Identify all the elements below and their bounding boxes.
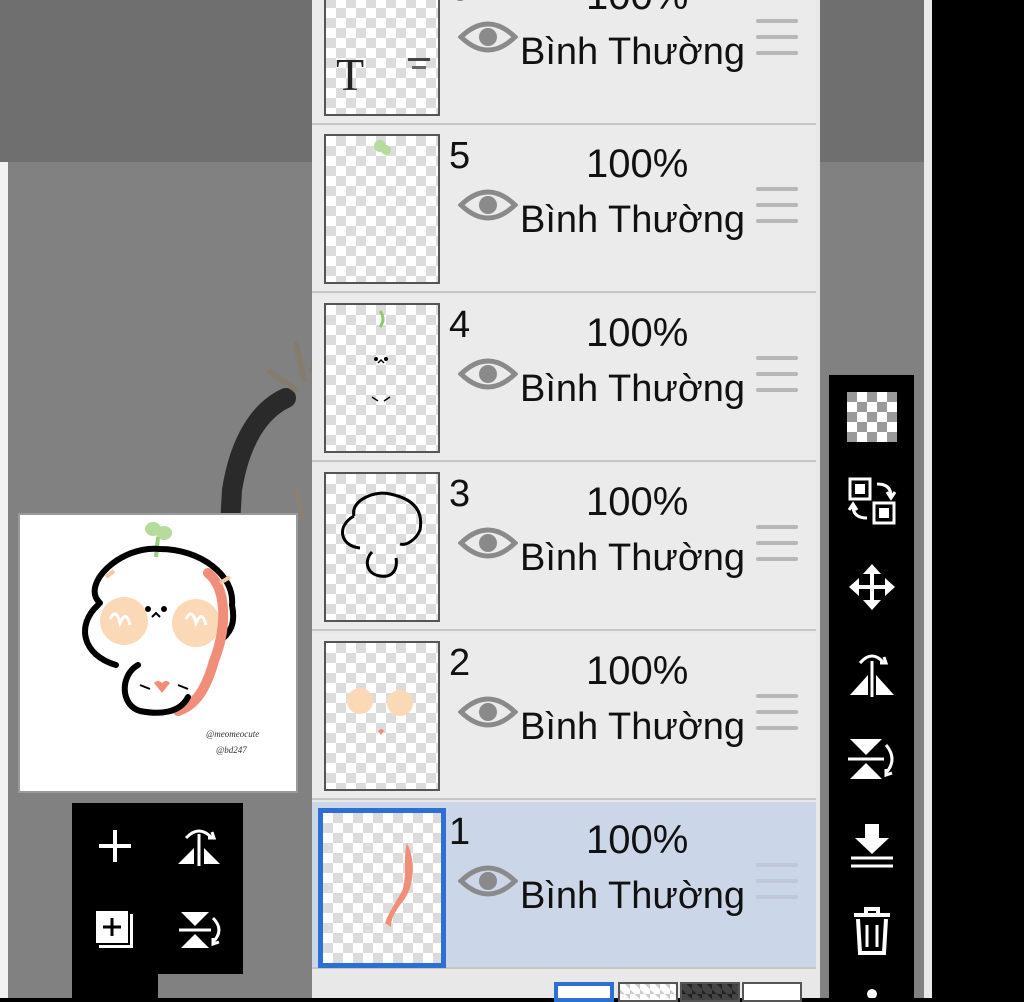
preview-credit-line2: @bd247 — [216, 745, 247, 755]
layer-number: 6 — [449, 0, 470, 10]
drag-handle-icon[interactable] — [756, 356, 798, 392]
layer-thumbnail — [324, 641, 440, 791]
drag-handle-icon[interactable] — [756, 863, 798, 899]
layer-tool-panel — [829, 375, 914, 998]
preview-tools-tail — [72, 974, 158, 998]
layer-thumbnail — [324, 472, 440, 622]
layer-blend-mode[interactable]: Bình Thường — [520, 536, 745, 580]
trash-icon[interactable] — [829, 891, 914, 971]
layer-thumbnail — [324, 303, 440, 453]
layer-row-selected[interactable]: 1 100% Bình Thường — [312, 802, 816, 969]
layer-row[interactable]: 5 100% Bình Thường — [312, 126, 816, 293]
layer-number: 1 — [449, 811, 471, 853]
layer-number: 3 — [449, 473, 471, 515]
eye-icon[interactable] — [458, 692, 518, 732]
text-layer-mark — [412, 66, 426, 69]
eye-icon[interactable] — [458, 185, 518, 225]
drag-handle-icon[interactable] — [756, 187, 798, 223]
mode-white-swatch[interactable] — [742, 982, 802, 1002]
more-icon[interactable] — [829, 975, 914, 998]
layer-number: 5 — [449, 135, 471, 177]
add-icon[interactable] — [80, 811, 150, 881]
layer-row[interactable]: T 6 100% Bình Thường — [312, 0, 816, 125]
flip-horizontal-icon[interactable] — [829, 633, 914, 713]
eye-icon[interactable] — [458, 523, 518, 563]
layer-blend-mode[interactable]: Bình Thường — [520, 367, 745, 411]
eye-icon[interactable] — [458, 354, 518, 394]
text-layer-glyph: T — [336, 49, 365, 100]
move-icon[interactable] — [829, 547, 914, 627]
canvas-left-edge — [0, 162, 8, 998]
layer-row[interactable]: 4 100% Bình Thường — [312, 295, 816, 462]
layer-number: 2 — [449, 642, 471, 684]
mode-dark-swatch[interactable] — [680, 982, 740, 1002]
preview-credit-line1: @meomeocute — [206, 729, 260, 739]
layer-blend-mode[interactable]: Bình Thường — [520, 198, 745, 242]
add-layer-icon[interactable] — [80, 895, 150, 965]
layer-opacity[interactable]: 100% — [586, 649, 688, 693]
swap-icon[interactable] — [829, 461, 914, 541]
preview-tools — [72, 803, 243, 974]
drag-handle-icon[interactable] — [756, 19, 798, 55]
canvas-right-edge — [924, 0, 932, 998]
layer-number: 4 — [449, 304, 471, 346]
flip-horizontal-icon[interactable] — [164, 811, 234, 881]
mode-normal-swatch[interactable] — [554, 982, 614, 1002]
layer-opacity[interactable]: 100% — [586, 0, 688, 18]
canvas-preview[interactable]: @meomeocute @bd247 — [18, 513, 298, 793]
layer-blend-mode[interactable]: Bình Thường — [520, 874, 745, 918]
flip-vertical-icon[interactable] — [829, 719, 914, 799]
eye-icon[interactable] — [458, 17, 518, 57]
drag-handle-icon[interactable] — [756, 525, 798, 561]
transparency-icon[interactable] — [829, 377, 914, 457]
layer-opacity[interactable]: 100% — [586, 480, 688, 524]
eye-icon[interactable] — [458, 861, 518, 901]
preview-artwork — [82, 522, 237, 716]
layer-opacity[interactable]: 100% — [586, 142, 688, 186]
layer-blend-mode[interactable]: Bình Thường — [520, 30, 745, 74]
layer-thumbnail — [318, 808, 446, 968]
layers-panel: T 6 100% Bình Thường 5 100% Bình Thường … — [312, 0, 820, 1002]
layer-blend-mode[interactable]: Bình Thường — [520, 705, 745, 749]
text-layer-mark — [408, 58, 430, 61]
layer-opacity[interactable]: 100% — [586, 818, 688, 862]
merge-down-icon[interactable] — [829, 805, 914, 885]
layer-mode-strip — [312, 970, 816, 1002]
flip-vertical-icon[interactable] — [164, 895, 234, 965]
layer-row[interactable]: 3 100% Bình Thường — [312, 464, 816, 631]
layer-row[interactable]: 2 100% Bình Thường — [312, 633, 816, 800]
layer-thumbnail: T — [324, 0, 440, 116]
drag-handle-icon[interactable] — [756, 694, 798, 730]
layer-thumbnail — [324, 134, 440, 284]
mode-transparent-swatch[interactable] — [618, 982, 678, 1002]
right-edge-strip — [932, 0, 1024, 998]
layer-opacity[interactable]: 100% — [586, 311, 688, 355]
